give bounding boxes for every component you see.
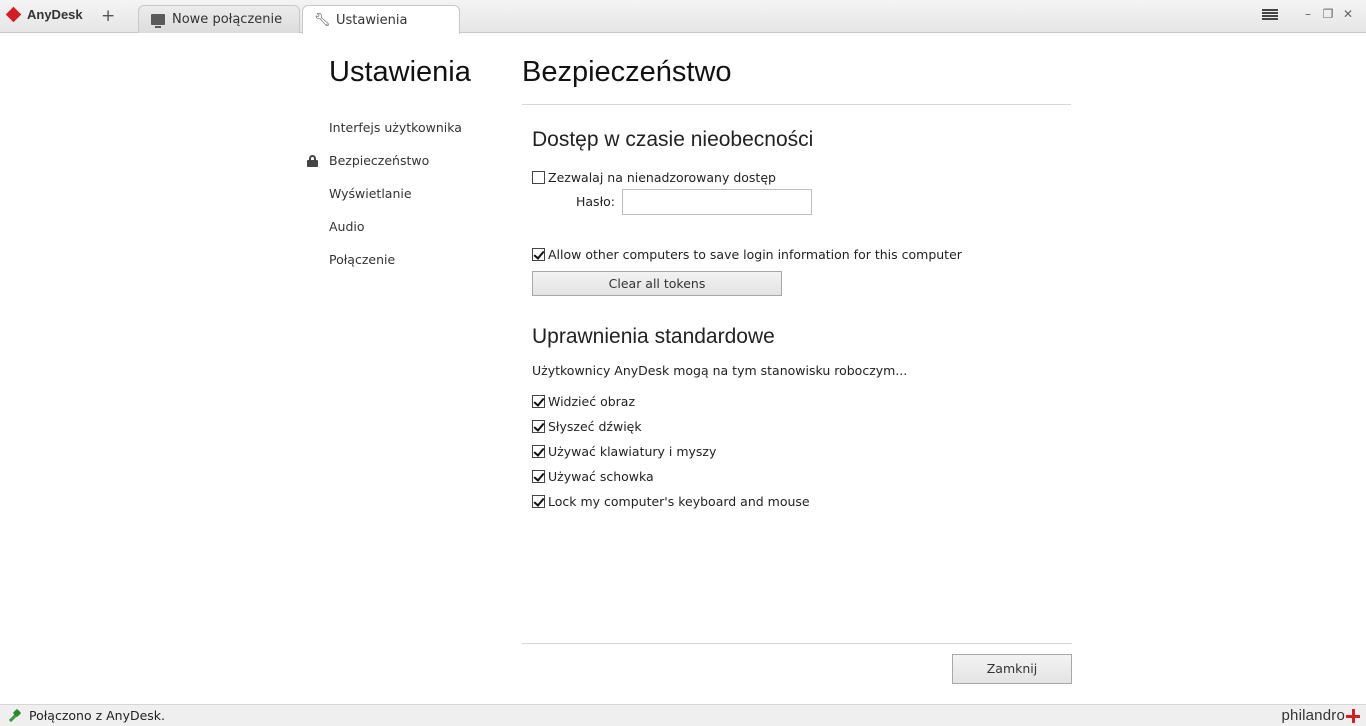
tab-label: Nowe połączenie <box>172 12 283 27</box>
close-window-button[interactable]: ✕ <box>1338 6 1358 22</box>
title-bar: AnyDesk + Nowe połączenie 🔧︎ Ustawienia … <box>0 0 1366 34</box>
permission-see-screen-row[interactable]: Widzieć obraz <box>532 393 635 409</box>
title-divider <box>522 104 1071 105</box>
nav-item-label: Interfejs użytkownika <box>329 120 462 135</box>
checkbox-label: Używać schowka <box>548 468 654 484</box>
standard-permissions-heading: Uprawnienia standardowe <box>532 325 775 348</box>
settings-title: Ustawienia <box>329 56 471 88</box>
permission-checkbox[interactable] <box>532 469 545 483</box>
checkbox-label: Zezwalaj na nienadzorowany dostęp <box>548 169 776 185</box>
window-controls: – ❐ ✕ <box>1262 6 1358 22</box>
connected-plug-icon <box>7 709 21 723</box>
password-label: Hasło: <box>576 194 615 209</box>
permissions-description: Użytkownicy AnyDesk mogą na tym stanowis… <box>532 363 908 378</box>
checkbox-label: Słyszeć dźwięk <box>548 418 642 434</box>
status-text: Połączono z AnyDesk. <box>29 708 166 723</box>
vendor-name: philandro <box>1281 707 1345 724</box>
brand-name: AnyDesk <box>27 6 83 22</box>
anydesk-brand[interactable]: AnyDesk <box>5 4 83 24</box>
settings-nav: Interfejs użytkownika Bezpieczeństwo Wyś… <box>306 116 462 281</box>
nav-item-connection[interactable]: Połączenie <box>306 248 462 281</box>
nav-item-label: Bezpieczeństwo <box>329 153 430 168</box>
nav-item-label: Połączenie <box>329 252 396 267</box>
tab-new-connection[interactable]: Nowe połączenie <box>138 5 300 33</box>
nav-item-label: Audio <box>329 219 365 234</box>
save-login-checkbox-row[interactable]: Allow other computers to save login info… <box>532 246 962 262</box>
close-button[interactable]: Zamknij <box>952 654 1072 684</box>
tab-label: Ustawienia <box>336 12 408 28</box>
tab-settings[interactable]: 🔧︎ Ustawienia <box>302 5 460 34</box>
checkbox-label: Używać klawiatury i myszy <box>548 443 717 459</box>
checkbox-label: Allow other computers to save login info… <box>548 246 962 262</box>
permission-hear-sound-row[interactable]: Słyszeć dźwięk <box>532 418 642 434</box>
clear-all-tokens-button[interactable]: Clear all tokens <box>532 271 782 296</box>
minimize-button[interactable]: – <box>1298 6 1318 22</box>
permission-keyboard-mouse-row[interactable]: Używać klawiatury i myszy <box>532 443 716 459</box>
footer-divider <box>522 643 1072 644</box>
anydesk-logo-icon <box>5 6 22 22</box>
nav-item-audio[interactable]: Audio <box>306 215 462 248</box>
nav-item-display[interactable]: Wyświetlanie <box>306 182 462 215</box>
unattended-access-checkbox[interactable] <box>532 170 545 184</box>
checkbox-label: Widzieć obraz <box>548 393 636 409</box>
nav-item-security[interactable]: Bezpieczeństwo <box>306 149 462 182</box>
restore-button[interactable]: ❐ <box>1318 6 1338 22</box>
monitor-icon <box>151 13 165 28</box>
philandro-logo: philandro <box>1281 707 1360 724</box>
unattended-access-checkbox-row[interactable]: Zezwalaj na nienadzorowany dostęp <box>532 169 776 185</box>
permission-checkbox[interactable] <box>532 419 545 433</box>
checkbox-label: Lock my computer's keyboard and mouse <box>548 493 810 509</box>
status-bar: Połączono z AnyDesk. philandro <box>0 704 1366 726</box>
lock-icon <box>307 155 318 167</box>
save-login-checkbox[interactable] <box>532 247 545 261</box>
nav-item-label: Wyświetlanie <box>329 186 412 201</box>
permission-checkbox[interactable] <box>532 394 545 408</box>
hamburger-menu-icon[interactable] <box>1262 8 1278 21</box>
philandro-mark-icon <box>1346 708 1360 723</box>
permission-lock-input-row[interactable]: Lock my computer's keyboard and mouse <box>532 493 810 509</box>
wrench-icon: 🔧︎ <box>313 12 331 28</box>
password-field[interactable] <box>622 189 812 215</box>
unattended-access-heading: Dostęp w czasie nieobecności <box>532 128 814 151</box>
permission-checkbox[interactable] <box>532 494 545 508</box>
page-title: Bezpieczeństwo <box>522 56 732 88</box>
permission-clipboard-row[interactable]: Używać schowka <box>532 468 654 484</box>
nav-item-user-interface[interactable]: Interfejs użytkownika <box>306 116 462 149</box>
new-tab-button[interactable]: + <box>101 6 115 26</box>
permission-checkbox[interactable] <box>532 444 545 458</box>
